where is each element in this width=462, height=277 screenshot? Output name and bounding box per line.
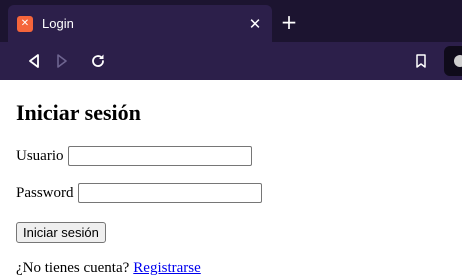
xampp-logo-icon: ✕ bbox=[17, 15, 33, 32]
forward-button[interactable] bbox=[48, 47, 76, 75]
register-row: ¿No tienes cuenta? Registrarse bbox=[16, 260, 201, 277]
browser-chrome: ✕ Login ✕ + bbox=[0, 0, 462, 80]
password-row: Password bbox=[16, 183, 262, 203]
login-button[interactable]: Iniciar sesión bbox=[16, 222, 106, 243]
bookmark-icon bbox=[416, 54, 426, 68]
back-button[interactable] bbox=[20, 47, 48, 75]
username-input[interactable] bbox=[67, 146, 252, 166]
navigation-bar bbox=[0, 42, 462, 80]
close-icon[interactable]: ✕ bbox=[244, 15, 266, 33]
username-label: Usuario bbox=[16, 147, 64, 164]
new-tab-button[interactable]: + bbox=[276, 9, 302, 35]
username-row: Usuario bbox=[16, 146, 252, 166]
register-link[interactable]: Registrarse bbox=[133, 260, 200, 276]
reload-icon bbox=[92, 54, 104, 67]
page-content: Iniciar sesión Usuario Password Iniciar … bbox=[0, 80, 462, 277]
tab-title: Login bbox=[42, 16, 74, 31]
password-label: Password bbox=[16, 184, 74, 201]
bookmark-button[interactable] bbox=[407, 47, 435, 75]
forward-arrow-icon bbox=[57, 54, 67, 68]
account-button[interactable] bbox=[444, 46, 462, 76]
back-arrow-icon bbox=[29, 54, 39, 68]
account-icon bbox=[454, 55, 462, 67]
register-prompt: ¿No tienes cuenta? bbox=[16, 260, 130, 276]
page-title: Iniciar sesión bbox=[16, 100, 141, 125]
password-input[interactable] bbox=[77, 183, 262, 203]
tab-login[interactable]: ✕ Login ✕ bbox=[8, 5, 272, 42]
reload-button[interactable] bbox=[84, 47, 112, 75]
tab-bar: ✕ Login ✕ + bbox=[0, 0, 462, 42]
